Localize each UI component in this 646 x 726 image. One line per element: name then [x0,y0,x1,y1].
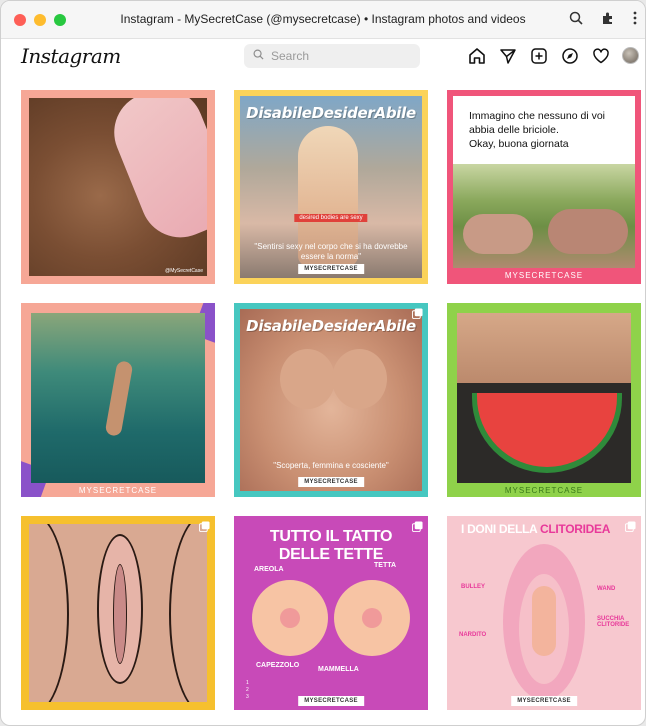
instagram-header: Instagram [1,39,645,75]
diagram-label: AREOLA [254,566,284,573]
post-text-line: abbia delle briciole. [469,124,559,136]
brand-tag: MYSECRETCASE [511,696,577,706]
main-nav [467,46,639,65]
carousel-icon [625,521,636,532]
home-icon[interactable] [467,46,486,65]
zoom-icon[interactable] [569,11,583,25]
post-tile[interactable]: Immagino che nessuno di voi abbia delle … [447,90,641,284]
diagram-label: MAMMELLA [318,666,359,673]
post-tile[interactable]: DisabileDesiderAbile desired bodies are … [234,90,428,284]
post-tile[interactable]: MYSECRETCASE [447,303,641,497]
post-tile[interactable] [21,516,215,710]
window-title: Instagram - MySecretCase (@mysecretcase)… [120,12,526,26]
brand-tag: MYSECRETCASE [298,264,364,274]
post-headline: DisabileDesiderAbile [246,104,416,122]
brand-bar: MYSECRETCASE [78,486,158,495]
post-text-line: Okay, buona giornata [469,138,569,150]
carousel-icon [412,521,423,532]
activity-heart-icon[interactable] [591,46,610,65]
post-headline: CLITORIDEA [540,522,611,536]
post-tile[interactable]: DisabileDesiderAbile "Scoperta, femmina … [234,303,428,497]
credit-text: @MySecretCase [165,268,203,274]
post-headline: TUTTO IL TATTO [269,528,393,545]
post-headline: I DONI DELLA [461,522,540,536]
post-headline: DisabileDesiderAbile [246,317,416,335]
carousel-icon [199,521,210,532]
more-vert-icon[interactable] [633,11,637,25]
post-caption: "Sentirsi sexy nel corpo che si ha dovre… [254,242,408,261]
title-bar: Instagram - MySecretCase (@mysecretcase)… [1,1,645,39]
instagram-logo[interactable]: Instagram [21,44,121,68]
diagram-label: SUCCHIA CLITORIDE [597,616,630,628]
diagram-label: WAND [597,586,616,592]
profile-avatar[interactable] [622,47,639,64]
post-tile[interactable]: TUTTO IL TATTO DELLE TETTE AREOLA TETTA … [234,516,428,710]
diagram-label: NARDITO [459,632,487,638]
carousel-icon [412,308,423,319]
browser-window: Instagram - MySecretCase (@mysecretcase)… [0,0,646,726]
post-caption: "Scoperta, femmina e cosciente" [273,461,389,470]
post-pill: desired bodies are sexy [294,214,368,222]
new-post-icon[interactable] [529,46,548,65]
diagram-label: BULLEY [461,584,485,590]
post-tile[interactable]: I DONI DELLA CLITORIDEA BULLEY WAND SUCC… [447,516,641,710]
direct-message-icon[interactable] [498,46,517,65]
extensions-icon[interactable] [601,11,615,25]
diagram-label: 1 [246,680,249,686]
post-headline: DELLE TETTE [278,546,384,563]
post-text-line: Immagino che nessuno di voi [469,110,605,122]
brand-bar: MYSECRETCASE [504,271,584,280]
search-box[interactable] [244,44,420,68]
diagram-label: 3 [246,694,249,700]
search-input[interactable] [271,49,401,63]
post-tile[interactable]: @MySecretCase [21,90,215,284]
explore-icon[interactable] [560,46,579,65]
diagram-label: TETTA [374,562,397,569]
post-tile[interactable]: MYSECRETCASE [21,303,215,497]
brand-tag: MYSECRETCASE [298,696,364,706]
brand-bar: MYSECRETCASE [504,486,584,495]
brand-tag: MYSECRETCASE [298,477,364,487]
diagram-label: CAPEZZOLO [256,662,300,669]
diagram-label: 2 [246,687,249,693]
search-icon [253,47,264,65]
